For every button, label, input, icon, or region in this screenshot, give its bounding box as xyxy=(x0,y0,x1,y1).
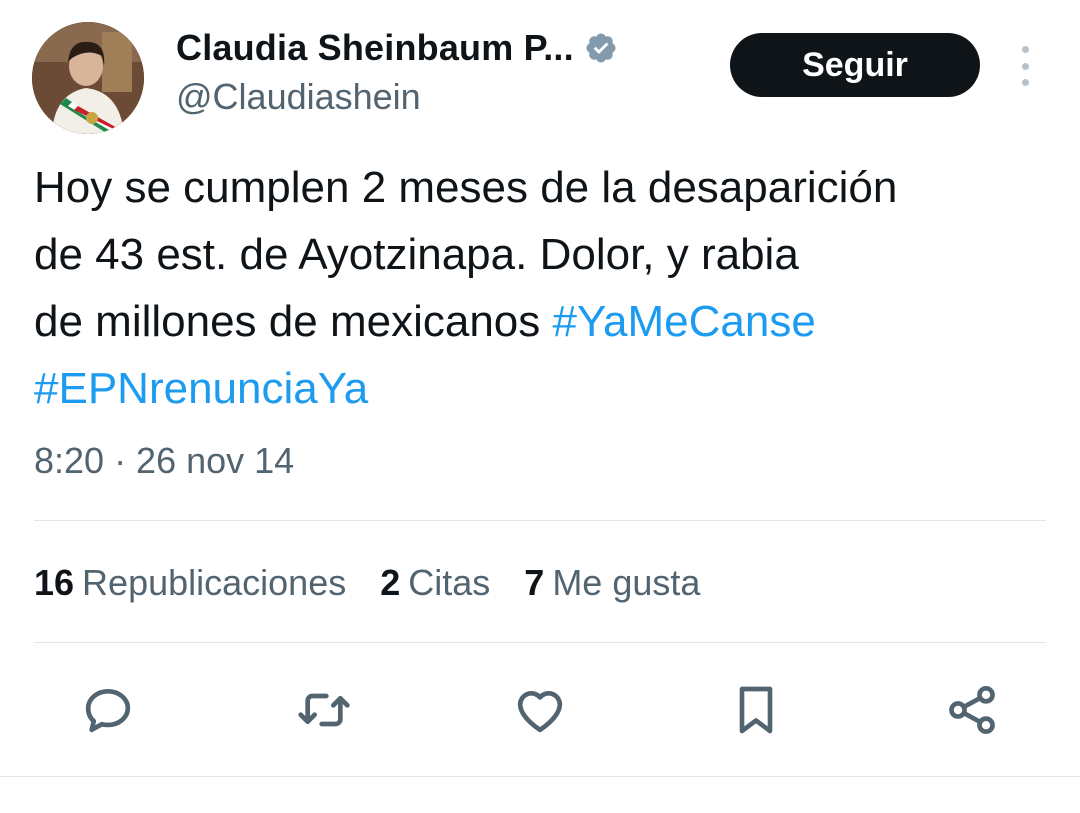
stat-count: 16 xyxy=(34,562,75,603)
tweet-text: Hoy se cumplen 2 meses de la desaparició… xyxy=(34,154,1054,422)
stat-quotes[interactable]: 2 Citas xyxy=(380,562,490,604)
divider xyxy=(34,520,1046,521)
tweet-text-segment: de millones de mexicanos xyxy=(34,297,553,346)
engagement-stats: 16 Republicaciones 2 Citas 7 Me gusta xyxy=(34,562,734,604)
retweet-icon[interactable] xyxy=(294,680,354,740)
stat-label: Citas xyxy=(408,562,491,603)
action-bar xyxy=(0,680,1080,740)
tweet-timestamp[interactable]: 8:20 · 26 nov 14 xyxy=(34,440,294,482)
avatar[interactable] xyxy=(32,22,144,134)
hashtag-link[interactable]: #YaMeCanse xyxy=(552,297,815,346)
share-icon[interactable] xyxy=(942,680,1002,740)
tweet-text-line: Hoy se cumplen 2 meses de la desaparició… xyxy=(34,163,898,212)
verified-badge-icon xyxy=(584,31,618,65)
bookmark-icon[interactable] xyxy=(726,680,786,740)
more-dot xyxy=(1021,62,1029,70)
like-icon[interactable] xyxy=(510,680,570,740)
stat-republications[interactable]: 16 Republicaciones xyxy=(34,562,346,604)
author-handle[interactable]: @Claudiashein xyxy=(176,76,421,118)
follow-button[interactable]: Seguir xyxy=(730,33,980,97)
reply-icon[interactable] xyxy=(78,680,138,740)
more-dot xyxy=(1021,46,1029,53)
stat-label: Me gusta xyxy=(552,562,701,603)
hashtag-link[interactable]: #EPNrenunciaYa xyxy=(34,364,368,413)
stat-likes[interactable]: 7 Me gusta xyxy=(524,562,700,604)
author-display-name[interactable]: Claudia Sheinbaum P... xyxy=(176,27,574,69)
tweet-card: Claudia Sheinbaum P... @Claudiashein Seg… xyxy=(0,0,1080,813)
author-name-row: Claudia Sheinbaum P... xyxy=(176,26,618,70)
more-options-icon[interactable] xyxy=(1012,46,1038,86)
more-dot xyxy=(1021,79,1029,86)
stat-label: Republicaciones xyxy=(82,562,347,603)
divider xyxy=(34,642,1046,643)
tweet-text-line: #EPNrenunciaYa xyxy=(34,355,1054,422)
tweet-text-line: de millones de mexicanos #YaMeCanse xyxy=(34,288,1054,355)
stat-count: 7 xyxy=(524,562,545,603)
divider xyxy=(0,776,1080,777)
tweet-text-line: de 43 est. de Ayotzinapa. Dolor, y rabia xyxy=(34,230,799,279)
stat-count: 2 xyxy=(380,562,401,603)
